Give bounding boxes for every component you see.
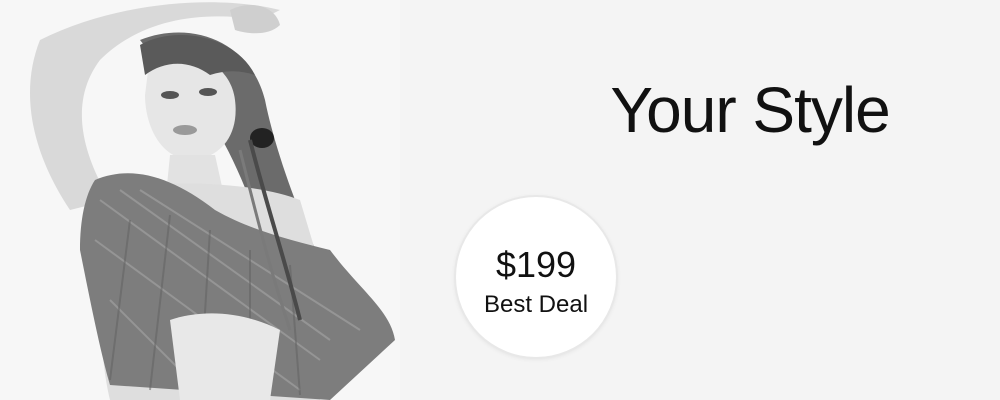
headline: Your Style bbox=[610, 74, 890, 146]
best-deal-label: Best Deal bbox=[483, 291, 589, 318]
model-photo bbox=[0, 0, 400, 400]
price-text: $199 bbox=[495, 244, 577, 285]
model-illustration bbox=[30, 2, 395, 400]
promo-banner[interactable]: Your Style $199 Best Deal bbox=[0, 0, 1000, 400]
price-badge[interactable]: $199 Best Deal bbox=[456, 197, 616, 357]
